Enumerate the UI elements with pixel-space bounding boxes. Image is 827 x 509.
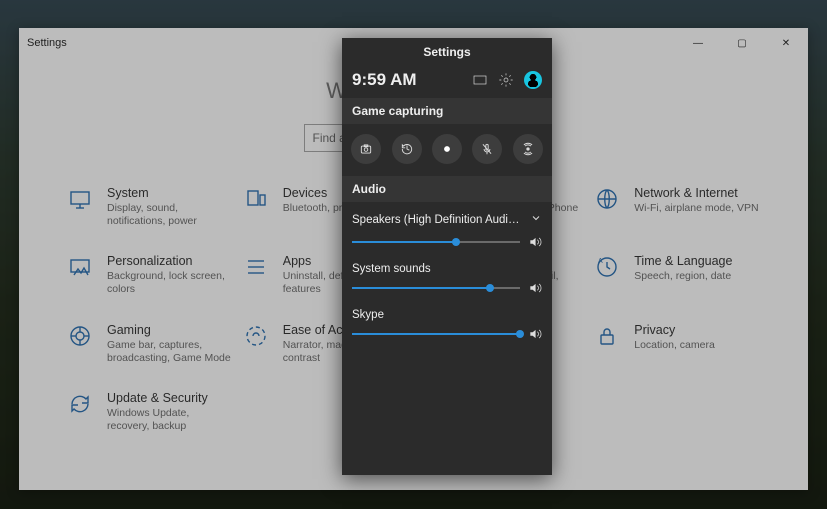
svg-text:A: A (598, 258, 603, 265)
settings-category-personalization[interactable]: Personalization Background, lock screen, … (67, 254, 233, 296)
category-desc: Background, lock screen, colors (107, 270, 233, 296)
category-title: Gaming (107, 323, 233, 337)
volume-slider-skype[interactable] (352, 333, 520, 335)
mixer-label-skype: Skype (352, 309, 542, 321)
update-icon (67, 391, 93, 417)
category-title: Network & Internet (634, 186, 758, 200)
time-icon: A (594, 254, 620, 280)
volume-icon (528, 327, 542, 341)
ease-icon (243, 323, 269, 349)
category-title: Privacy (634, 323, 715, 337)
category-desc: Windows Update, recovery, backup (107, 407, 233, 433)
mic-toggle-button[interactable] (472, 134, 502, 164)
close-button[interactable]: ✕ (764, 28, 808, 58)
audio-device-name: Speakers (High Definition Audio Devic… (352, 214, 522, 226)
window-controls: — ▢ ✕ (676, 28, 808, 58)
settings-category-time[interactable]: A Time & Language Speech, region, date (594, 254, 760, 296)
broadcast-button[interactable] (513, 134, 543, 164)
gamebar-panel: Settings 9:59 AM Game capturing Audio Sp… (342, 38, 552, 475)
screenshot-button[interactable] (351, 134, 381, 164)
category-desc: Location, camera (634, 339, 715, 352)
volume-slider-device[interactable] (352, 241, 520, 243)
gamebar-clock: 9:59 AM (352, 70, 464, 90)
overlay-window-icon[interactable] (472, 72, 488, 88)
category-title: System (107, 186, 233, 200)
personalization-icon (67, 254, 93, 280)
settings-category-gaming[interactable]: Gaming Game bar, captures, broadcasting, … (67, 323, 233, 365)
audio-device-dropdown[interactable]: Speakers (High Definition Audio Devic… (352, 208, 542, 229)
minimize-button[interactable]: — (676, 28, 720, 58)
system-icon (67, 186, 93, 212)
category-desc: Display, sound, notifications, power (107, 202, 233, 228)
record-button[interactable] (432, 134, 462, 164)
capture-button-row (342, 124, 552, 176)
gamebar-settings-icon[interactable] (498, 72, 514, 88)
settings-category-system[interactable]: System Display, sound, notifications, pow… (67, 186, 233, 228)
volume-icon (528, 235, 542, 249)
settings-category-update[interactable]: Update & Security Windows Update, recover… (67, 391, 233, 433)
chevron-down-icon (530, 212, 542, 227)
volume-icon (528, 281, 542, 295)
xbox-avatar[interactable] (524, 71, 542, 89)
gaming-icon (67, 323, 93, 349)
privacy-icon (594, 323, 620, 349)
category-desc: Speech, region, date (634, 270, 732, 283)
category-title: Update & Security (107, 391, 233, 405)
apps-icon (243, 254, 269, 280)
gamebar-header-title: Settings (342, 38, 552, 66)
settings-category-privacy[interactable]: Privacy Location, camera (594, 323, 760, 365)
game-capturing-section-label: Game capturing (342, 98, 552, 124)
audio-section-label: Audio (342, 176, 552, 202)
settings-category-network[interactable]: Network & Internet Wi-Fi, airplane mode, … (594, 186, 760, 228)
category-title: Personalization (107, 254, 233, 268)
maximize-button[interactable]: ▢ (720, 28, 764, 58)
mixer-label-system: System sounds (352, 263, 542, 275)
category-title: Time & Language (634, 254, 732, 268)
record-last-button[interactable] (392, 134, 422, 164)
category-desc: Game bar, captures, broadcasting, Game M… (107, 339, 233, 365)
category-desc: Wi-Fi, airplane mode, VPN (634, 202, 758, 215)
devices-icon (243, 186, 269, 212)
network-icon (594, 186, 620, 212)
volume-slider-system[interactable] (352, 287, 520, 289)
